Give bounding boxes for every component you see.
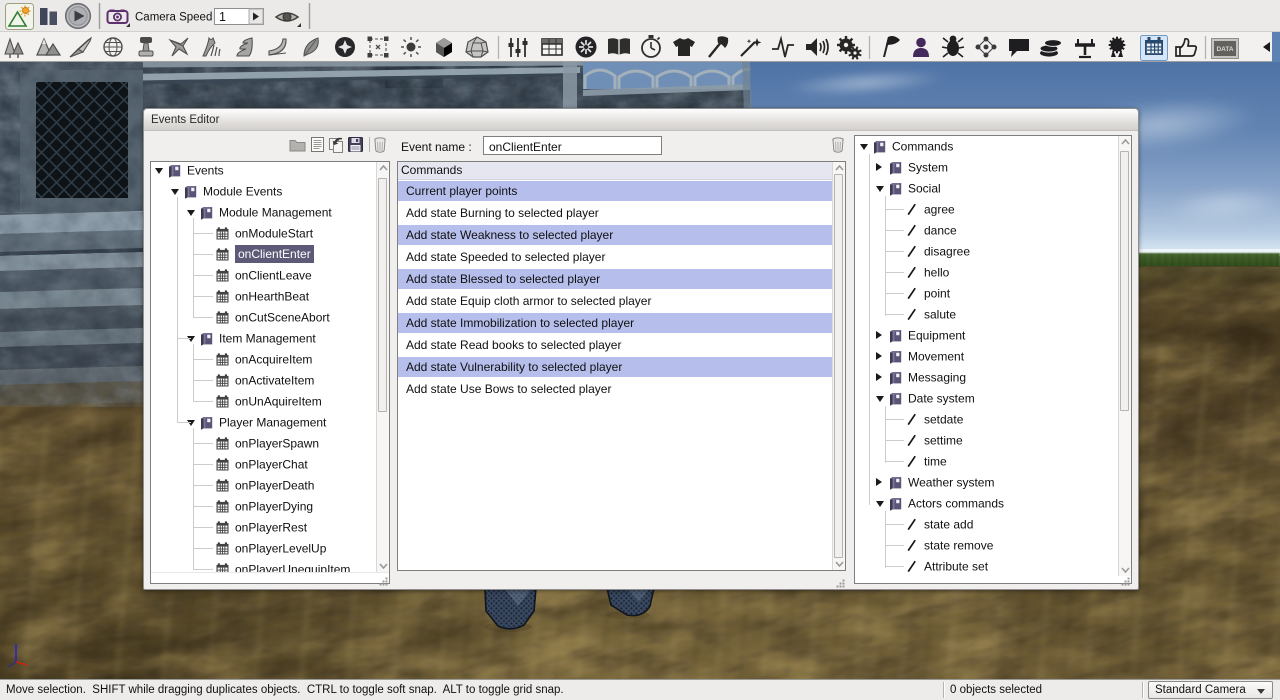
svg-text:1: 1 [219,10,226,24]
svg-text:DATA: DATA [1216,46,1233,53]
svg-text:Camera Speed: Camera Speed [135,12,212,24]
